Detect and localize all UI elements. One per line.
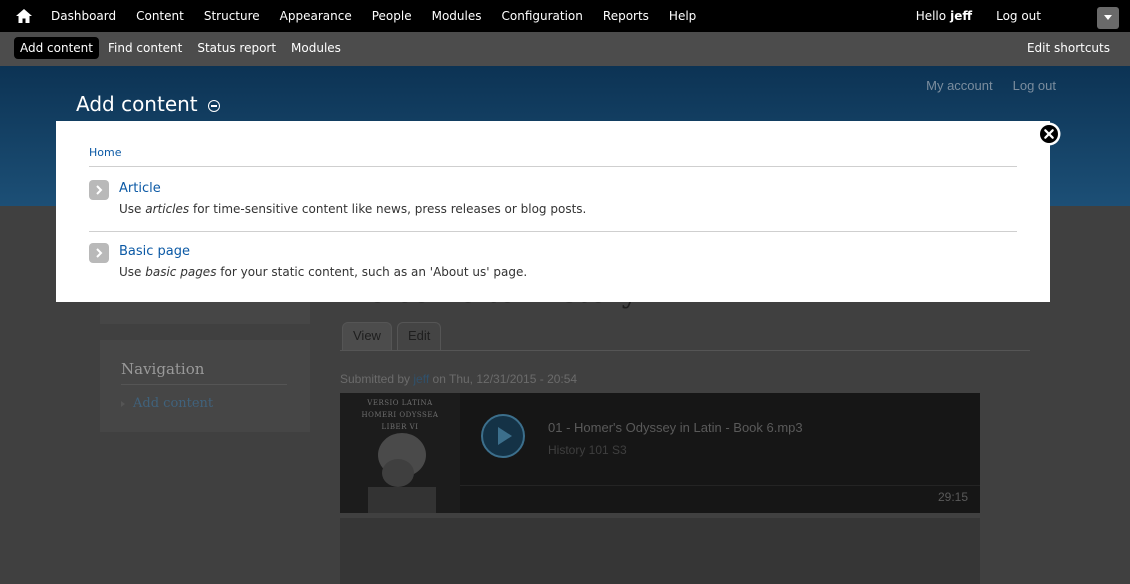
audio-player: VERSIO LATINA HOMERI ODYSSEA LIBER VI 01… (340, 393, 980, 513)
shortcut-add-content[interactable]: Add content (14, 37, 99, 59)
admin-menu-content[interactable]: Content (126, 9, 194, 23)
submitted-prefix: Submitted by (340, 372, 411, 386)
desc-text: Use (119, 265, 142, 279)
page-title-text: Add content (76, 92, 198, 116)
video-preview[interactable] (340, 518, 980, 584)
sidebar-item-add-content[interactable]: Add content (121, 396, 213, 411)
secondary-menu: My account Log out (926, 78, 1056, 93)
album-art: VERSIO LATINA HOMERI ODYSSEA LIBER VI (340, 393, 460, 513)
sidebar-block-top (100, 302, 310, 324)
track-album: History 101 S3 (548, 443, 627, 457)
track-duration: 29:15 (937, 490, 968, 504)
edit-shortcuts-link[interactable]: Edit shortcuts (1027, 41, 1110, 55)
desc-text: for time-sensitive content like news, pr… (192, 202, 587, 216)
admin-menu-appearance[interactable]: Appearance (270, 9, 362, 23)
divider (89, 231, 1017, 232)
statue-bust-image (368, 433, 436, 513)
shortcut-status-report[interactable]: Status report (191, 37, 282, 59)
content-type-description: Use basic pages for your static content,… (119, 265, 527, 279)
breadcrumb-home[interactable]: Home (89, 146, 121, 159)
tab-edit[interactable]: Edit (397, 322, 442, 350)
sidebar-item-label: Add content (133, 396, 214, 411)
collapse-icon[interactable] (207, 100, 220, 112)
submitted-date: on Thu, 12/31/2015 - 20:54 (432, 372, 578, 386)
admin-menu: Dashboard Content Structure Appearance P… (41, 0, 706, 32)
progress-bar[interactable] (460, 485, 980, 486)
content-type-description: Use articles for time-sensitive content … (119, 202, 586, 216)
username-link[interactable]: jeff (950, 9, 972, 23)
shortcuts-drawer-toggle[interactable] (1097, 7, 1119, 29)
admin-menu-structure[interactable]: Structure (194, 9, 270, 23)
submitted-info: Submitted by jeff on Thu, 12/31/2015 - 2… (340, 372, 577, 386)
greeting-text: Hello (915, 9, 947, 23)
divider (89, 166, 1017, 167)
my-account-link[interactable]: My account (926, 78, 992, 93)
desc-emphasis: basic pages (145, 265, 217, 279)
shortcut-modules[interactable]: Modules (285, 37, 347, 59)
play-button[interactable] (481, 414, 525, 458)
desc-text: for your static content, such as an 'Abo… (220, 265, 528, 279)
shortcuts-bar: Add content Find content Status report M… (0, 32, 1130, 66)
admin-menu-reports[interactable]: Reports (593, 9, 659, 23)
content-type-title-link[interactable]: Basic page (119, 243, 190, 261)
desc-text: Use (119, 202, 142, 216)
add-content-overlay: Home Article Use articles for time-sensi… (56, 121, 1061, 302)
track-title: 01 - Homer's Odyssey in Latin - Book 6.m… (548, 420, 803, 435)
admin-toolbar: Dashboard Content Structure Appearance P… (0, 0, 1130, 32)
sidebar-navigation-block: Navigation Add content (100, 340, 310, 432)
close-icon[interactable] (1037, 122, 1061, 146)
desc-emphasis: articles (145, 202, 190, 216)
admin-menu-modules[interactable]: Modules (422, 9, 492, 23)
admin-menu-configuration[interactable]: Configuration (492, 9, 593, 23)
bullet-arrow-icon (121, 400, 125, 407)
admin-menu-dashboard[interactable]: Dashboard (41, 9, 126, 23)
shortcut-find-content[interactable]: Find content (102, 37, 188, 59)
chevron-right-icon[interactable] (89, 180, 109, 200)
chevron-down-icon (1104, 15, 1112, 20)
user-greeting: Hello jeff Log out (916, 0, 1041, 32)
admin-menu-people[interactable]: People (362, 9, 422, 23)
tab-view[interactable]: View (342, 322, 392, 350)
toolbar-logout-link[interactable]: Log out (996, 9, 1041, 23)
site-logout-link[interactable]: Log out (1013, 78, 1056, 93)
sidebar-heading: Navigation (121, 360, 287, 385)
play-icon (498, 427, 512, 445)
chevron-right-icon[interactable] (89, 243, 109, 263)
content-type-title-link[interactable]: Article (119, 180, 161, 198)
home-icon[interactable] (14, 6, 34, 26)
author-link[interactable]: jeff (413, 372, 429, 386)
admin-menu-help[interactable]: Help (659, 9, 706, 23)
node-tabs: View Edit (340, 322, 1030, 351)
page-title: Add content (76, 92, 220, 116)
